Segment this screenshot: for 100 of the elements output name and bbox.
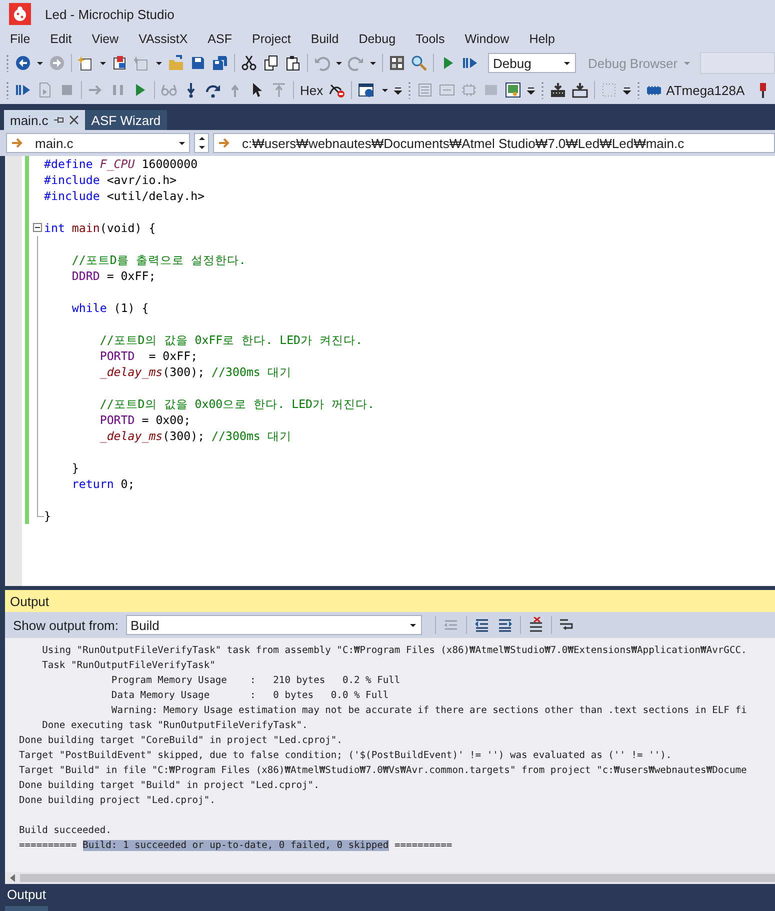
search-icon[interactable] xyxy=(411,55,427,71)
previous-message-icon[interactable] xyxy=(474,617,490,633)
menu-item[interactable]: View xyxy=(82,32,129,46)
folder-icon[interactable] xyxy=(168,55,184,71)
output-line: Task "RunOutputFileVerifyTask" xyxy=(41,659,216,673)
right-arrow-icon xyxy=(11,137,23,149)
menu-item[interactable]: Window xyxy=(454,32,520,46)
clear-all-icon[interactable] xyxy=(528,617,544,633)
menu-item[interactable]: Tools xyxy=(406,32,455,46)
code-line: } xyxy=(70,460,79,476)
scroll-thumb[interactable] xyxy=(20,874,775,882)
menu-item[interactable]: Build xyxy=(300,32,349,46)
overflow-icon[interactable] xyxy=(394,86,402,94)
device-button[interactable]: ATmega128A xyxy=(666,82,745,98)
caret-icon[interactable] xyxy=(336,60,342,66)
code-line: //포트D의 값을 0xFF로 한다. LED가 켜진다. xyxy=(98,332,363,348)
caret-icon[interactable] xyxy=(382,87,388,93)
source-label: Show output from: xyxy=(13,618,118,632)
caret-icon[interactable] xyxy=(156,60,162,66)
menu-item[interactable]: ASF xyxy=(198,32,242,46)
code-line: } xyxy=(44,508,51,524)
pin-icon[interactable] xyxy=(53,114,64,126)
caret-icon[interactable] xyxy=(179,140,185,146)
code-line: //포트D의 값을 0x00으로 한다. LED가 꺼진다. xyxy=(98,396,375,412)
caret-icon[interactable] xyxy=(370,60,376,66)
new-document-icon[interactable] xyxy=(78,55,94,71)
overflow-icon[interactable] xyxy=(527,86,536,94)
code-line: PORTD = 0x00; xyxy=(98,412,191,428)
code-line: _delay_ms(300); //300ms 대기 xyxy=(98,428,292,444)
toolbar-grip[interactable] xyxy=(541,81,544,99)
ladybug-icon xyxy=(9,3,31,25)
panel-tab[interactable]: Output xyxy=(5,884,48,911)
code-line: _delay_ms(300); //300ms 대기 xyxy=(98,364,292,380)
next-message-icon[interactable] xyxy=(496,617,512,633)
output-line: Program Memory Usage : 210 bytes 0.2 % Full xyxy=(110,674,400,688)
step-play-icon[interactable] xyxy=(462,55,478,71)
caret-icon[interactable] xyxy=(564,60,570,66)
code-line: #include <avr/io.h> xyxy=(44,172,177,188)
panel-title: Output xyxy=(10,594,50,608)
caret-icon[interactable] xyxy=(37,60,43,66)
configuration-dropdown[interactable]: Debug xyxy=(488,53,576,73)
code-line: return 0; xyxy=(70,476,135,492)
clipboard-icon[interactable] xyxy=(285,55,301,71)
path-dropdown[interactable]: c:₩users₩webnautes₩Documents₩Atmel Studio₩7.0₩Led₩Led₩main.c xyxy=(213,133,775,153)
output-line: Using "RunOutputFileVerifyTask" task from assembly "C:₩Program Files (x86)₩Atmel₩Studio₩7.0₩Extensions₩Application₩AvrGCC. xyxy=(41,644,747,658)
code-line: while (1) { xyxy=(70,300,149,316)
save-icon[interactable] xyxy=(190,55,206,71)
code-line: //포트D를 출력으로 설정한다. xyxy=(70,252,246,268)
menu-item[interactable]: Debug xyxy=(348,32,406,46)
output-line: Done building target "Build" in project "Led.cproj". xyxy=(19,779,320,793)
menu-item[interactable]: Help xyxy=(519,32,565,46)
copy-icon[interactable] xyxy=(263,55,279,71)
curved-arrow-icon[interactable] xyxy=(205,82,221,98)
menu-item[interactable]: File xyxy=(0,32,40,46)
code-line: int main(void) { xyxy=(44,220,156,236)
output-line: ========== Build: 1 succeeded or up-to-date, 0 failed, 0 skipped ========== xyxy=(19,839,452,853)
code-line: DDRD = 0xFF; xyxy=(70,268,156,284)
code-line: #include <util/delay.h> xyxy=(44,188,205,204)
document-icon[interactable] xyxy=(112,55,128,71)
menu-item[interactable]: VAssistX xyxy=(128,32,198,46)
output-source-dropdown[interactable]: Build xyxy=(126,615,422,635)
menu-item[interactable]: Edit xyxy=(40,32,82,46)
document-tab[interactable]: main.c xyxy=(4,110,86,130)
horizontal-scrollbar[interactable] xyxy=(5,872,775,884)
toolbar-grip[interactable] xyxy=(637,81,640,99)
window-title: Led - Microchip Studio xyxy=(45,6,174,22)
down-triangle-icon[interactable] xyxy=(198,145,204,150)
menu-item[interactable]: Project xyxy=(242,32,301,46)
output-line: Target "Build" in file "C:₩Program Files (x86)₩Atmel₩Studio₩7.0₩Vs₩Avr.common.targets" from project "c:₩users₩webnautes₩Docume xyxy=(19,764,747,778)
up-triangle-icon[interactable] xyxy=(198,136,204,141)
toolbar-grip[interactable] xyxy=(6,54,9,72)
scissors-icon[interactable] xyxy=(241,55,257,71)
right-arrow-icon xyxy=(218,137,230,149)
download-icon[interactable] xyxy=(572,82,588,98)
word-wrap-icon[interactable] xyxy=(558,617,574,633)
code-line: PORTD = 0xFF; xyxy=(98,348,198,364)
left-triangle-icon[interactable] xyxy=(9,874,16,882)
output-line: Done building target "CoreBuild" in project "Led.cproj". xyxy=(19,734,342,748)
close-icon[interactable] xyxy=(69,115,80,125)
save-all-icon[interactable] xyxy=(212,55,228,71)
step-play-icon[interactable] xyxy=(15,82,31,98)
spin-button[interactable] xyxy=(194,133,209,153)
window-icon[interactable] xyxy=(358,82,376,98)
collapse-toggle[interactable] xyxy=(33,223,42,232)
output-line: Build succeeded. xyxy=(19,824,112,838)
output-line: Data Memory Usage : 0 bytes 0.0 % Full xyxy=(110,689,389,703)
caret-icon[interactable] xyxy=(100,60,106,66)
download-icon[interactable] xyxy=(550,82,566,98)
picture-icon[interactable] xyxy=(505,82,522,98)
caret-icon[interactable] xyxy=(410,622,416,628)
toolbar-grip[interactable] xyxy=(6,81,9,99)
toolbar-grip[interactable] xyxy=(408,81,412,99)
output-line: Warning: Memory Usage estimation may not be accurate if there are sections other than .text sections in ELF fi xyxy=(110,704,747,718)
output-line: Target "PostBuildEvent" skipped, due to false condition; ('$(PostBuildEvent)' != '') was evaluated as ('' != ''). xyxy=(19,749,672,763)
overflow-icon[interactable] xyxy=(623,86,632,94)
output-line: Done building project "Led.cproj". xyxy=(19,794,216,808)
hex-toggle[interactable]: Hex xyxy=(300,82,324,98)
document-tab[interactable]: ASF Wizard xyxy=(85,110,167,130)
grid-icon[interactable] xyxy=(389,55,405,71)
file-dropdown[interactable]: main.c xyxy=(6,133,190,153)
